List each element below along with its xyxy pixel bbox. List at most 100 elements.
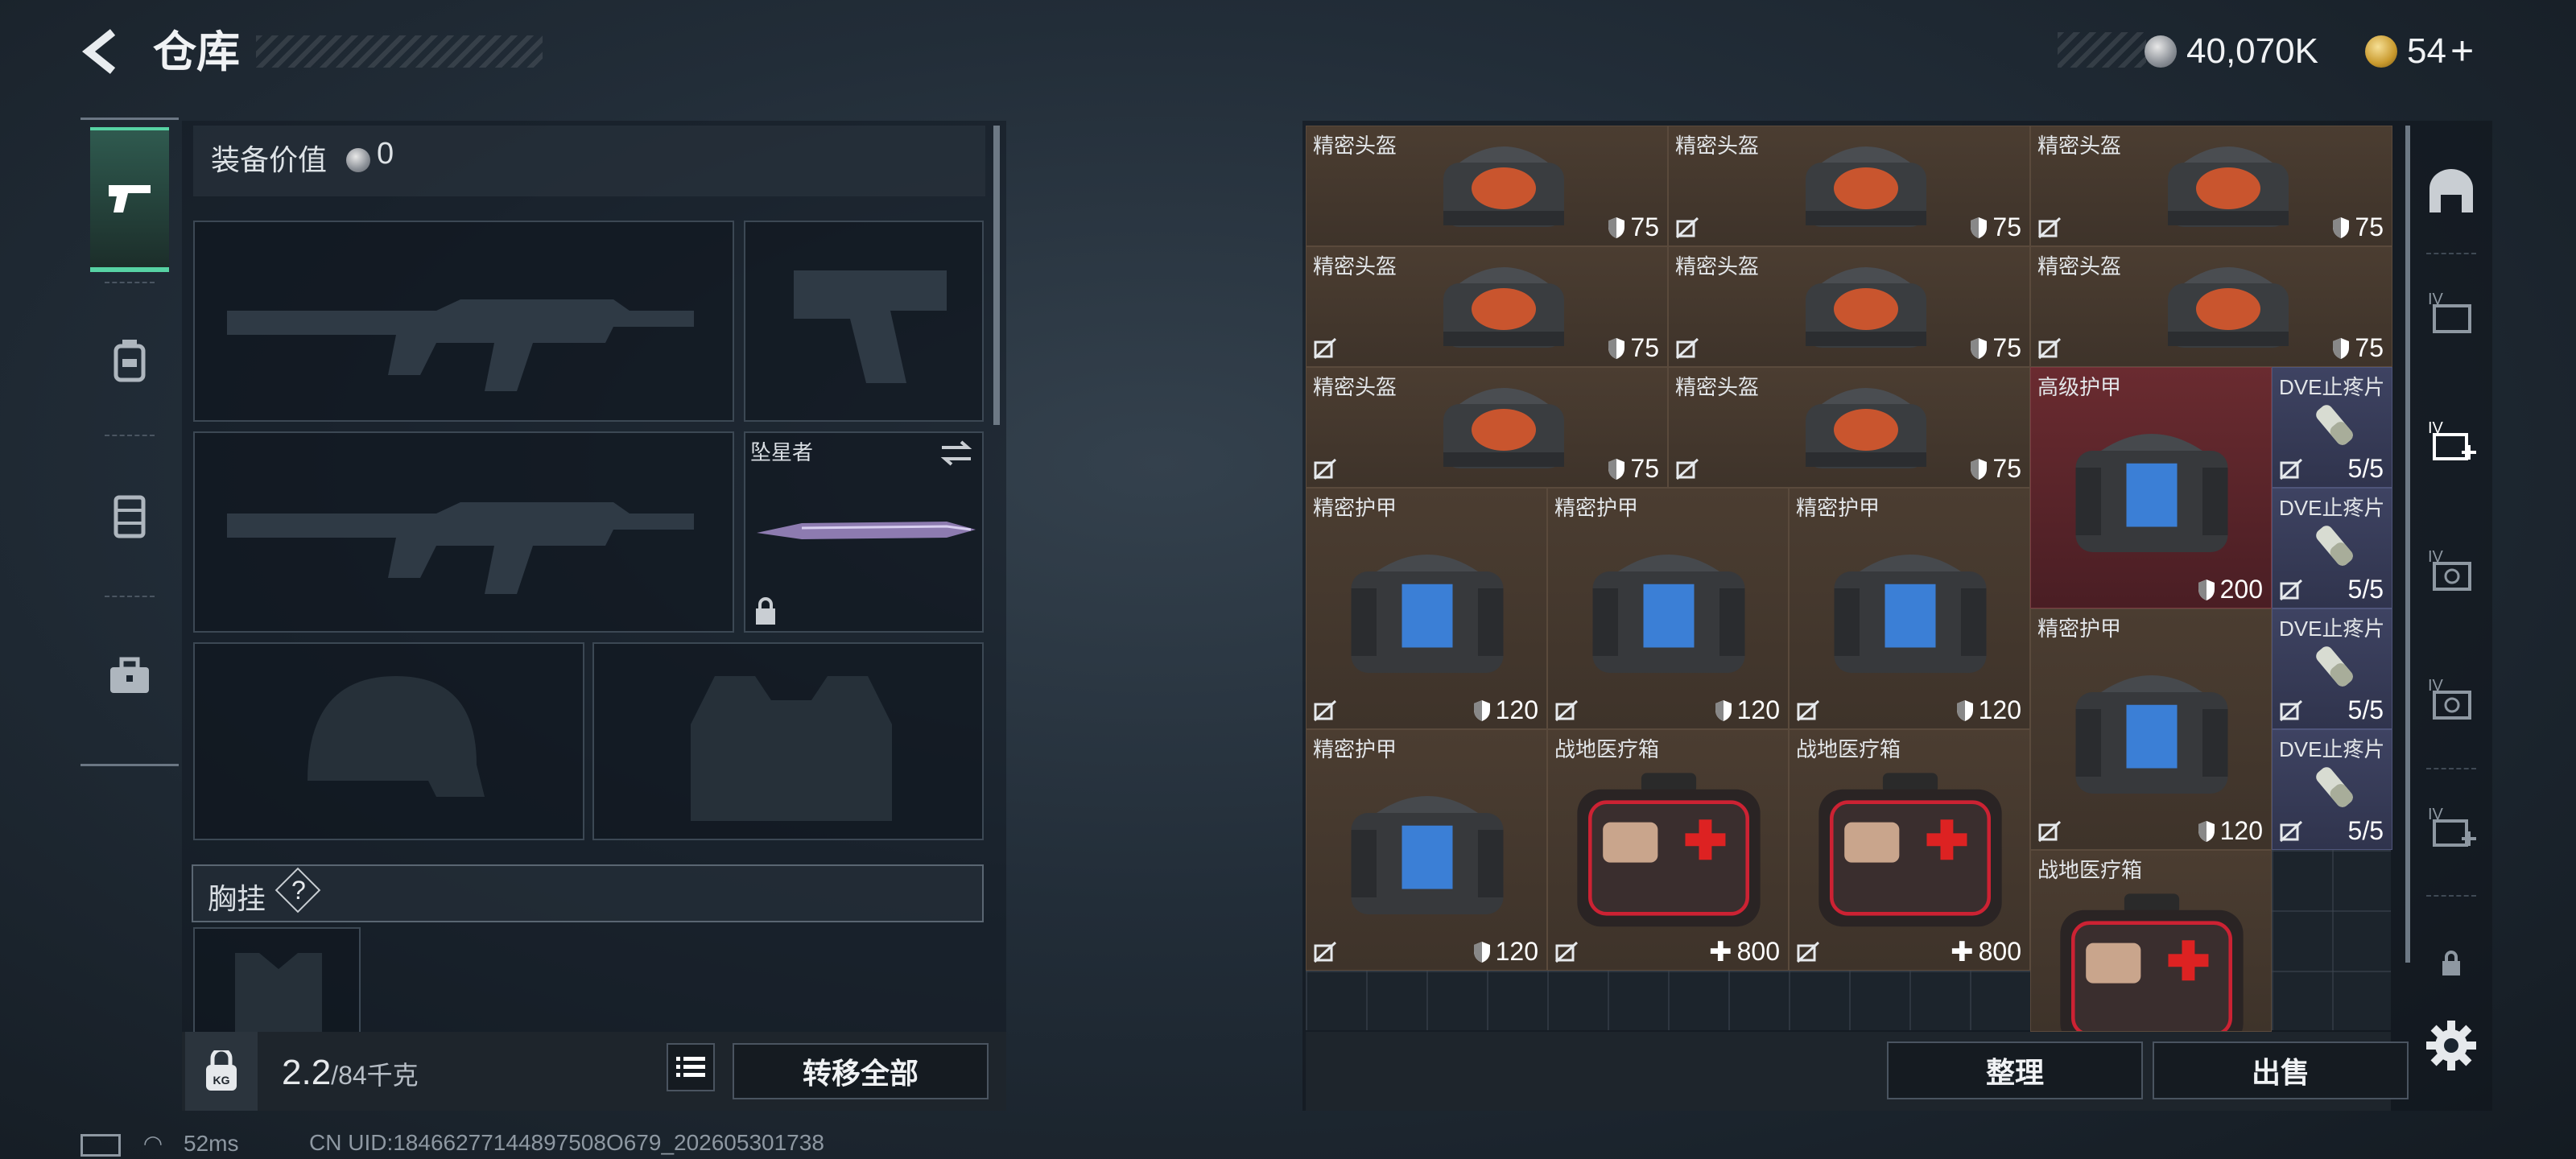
item-value: 200 xyxy=(2198,575,2263,604)
durability-shield-icon xyxy=(1971,337,1988,359)
tab-weapons[interactable] xyxy=(90,127,169,272)
status-bar: ◠ 52ms xyxy=(80,1130,238,1157)
stash-tier4-gear-icon[interactable]: IV xyxy=(2423,544,2479,600)
item-value: ✚ 800 xyxy=(1951,937,2021,967)
transfer-all-button[interactable]: 转移全部 xyxy=(733,1043,989,1099)
item-value-text: 75 xyxy=(2355,212,2384,241)
item-value-text: 5/5 xyxy=(2347,816,2384,845)
item-name: 精密头盔 xyxy=(1313,134,1397,158)
inventory-item[interactable]: 精密头盔 75 xyxy=(1306,246,1668,367)
back-arrow-icon[interactable] xyxy=(77,27,126,76)
sidearm-slot[interactable] xyxy=(744,221,984,422)
item-value: 5/5 xyxy=(2348,575,2384,604)
inventory-item[interactable]: 精密护甲 120 xyxy=(1547,488,1789,729)
rifle-silhouette-icon xyxy=(227,299,694,391)
stash-tier4-medical-2-icon[interactable]: IV xyxy=(2423,802,2479,858)
item-value: 75 xyxy=(1608,212,1659,242)
wifi-icon: ◠ xyxy=(142,1131,163,1156)
inventory-item[interactable]: 精密头盔 75 xyxy=(1306,126,1668,246)
backpack-icon xyxy=(114,495,146,538)
inventory-item[interactable]: 精密护甲 120 xyxy=(2030,608,2272,850)
inventory-item[interactable]: 战地医疗箱 ✚ 800 xyxy=(1547,729,1789,971)
item-value-text: 75 xyxy=(1630,333,1659,362)
page-title: 仓库 xyxy=(153,28,240,76)
item-name: 战地医疗箱 xyxy=(2037,858,2143,882)
item-value-text: 75 xyxy=(1630,212,1659,241)
rifle-silhouette-icon xyxy=(227,502,694,594)
list-view-button[interactable] xyxy=(667,1043,715,1091)
item-name: DVE止疼片 xyxy=(2279,737,2385,761)
sell-button[interactable]: 出售 xyxy=(2153,1041,2409,1099)
helmet-icon xyxy=(2168,146,2289,227)
settings-gear-icon[interactable] xyxy=(2425,1019,2478,1072)
durability-shield-icon xyxy=(1608,217,1625,238)
durability-shield-icon xyxy=(2333,337,2350,359)
inventory-item[interactable]: 精密头盔 75 xyxy=(1668,246,2030,367)
tab-backpack[interactable] xyxy=(90,443,169,588)
add-currency-button[interactable]: + xyxy=(2450,27,2474,74)
inventory-item[interactable]: 战地医疗箱 ✚ 800 xyxy=(1789,729,2030,971)
primary-weapon-slot-1[interactable] xyxy=(193,221,734,422)
durability-shield-icon xyxy=(2333,217,2350,238)
untradeable-icon xyxy=(1796,699,1820,722)
inventory-item[interactable]: 精密护甲 120 xyxy=(1789,488,2030,729)
helmet-icon xyxy=(2168,267,2289,348)
stash-home-icon[interactable] xyxy=(2423,164,2479,221)
untradeable-icon xyxy=(2037,217,2062,239)
inventory-item[interactable]: 精密护甲 120 xyxy=(1306,488,1547,729)
item-value: 5/5 xyxy=(2348,454,2384,484)
armor-slot[interactable] xyxy=(592,642,984,840)
inventory-item[interactable]: 精密护甲 120 xyxy=(1306,729,1547,971)
inventory-item[interactable]: 精密头盔 75 xyxy=(1668,126,2030,246)
item-value-text: 120 xyxy=(1736,695,1780,724)
helmet-slot[interactable] xyxy=(193,642,584,840)
item-name: 精密护甲 xyxy=(2037,617,2122,641)
inventory-item[interactable]: DVE止疼片 5/5 xyxy=(2272,608,2392,729)
item-value: 75 xyxy=(1970,454,2021,484)
tab-gear[interactable] xyxy=(90,288,169,433)
inventory-item[interactable]: DVE止疼片 5/5 xyxy=(2272,729,2392,850)
inventory-item[interactable]: DVE止疼片 5/5 xyxy=(2272,488,2392,608)
rail-divider xyxy=(2426,253,2476,254)
item-value-text: 800 xyxy=(1978,937,2021,966)
durability-shield-icon xyxy=(1473,699,1490,721)
durability-shield-icon xyxy=(1473,941,1490,963)
stash-tier4-medical-icon[interactable]: IV xyxy=(2423,415,2479,472)
item-value: 75 xyxy=(1970,333,2021,363)
helmet-icon xyxy=(1443,388,1564,468)
stash-scrollbar[interactable] xyxy=(2405,126,2410,963)
kettlebell-icon: KG xyxy=(206,1050,237,1091)
stash-tier4-box-icon[interactable]: IV xyxy=(2423,287,2479,343)
primary-weapon-slot-2[interactable] xyxy=(193,431,734,633)
item-value: 120 xyxy=(1473,695,1538,725)
stash-tier4-gear-2-icon[interactable]: IV xyxy=(2423,673,2479,729)
kg-text: KG xyxy=(213,1074,230,1087)
inventory-item[interactable]: 战地医疗箱 xyxy=(2030,850,2272,1032)
inventory-item[interactable]: 精密头盔 75 xyxy=(2030,126,2392,246)
item-name: 精密头盔 xyxy=(1313,375,1397,399)
inventory-item[interactable]: DVE止疼片 5/5 xyxy=(2272,367,2392,488)
melee-slot[interactable]: 坠星者 xyxy=(744,431,984,633)
armor-vest-icon xyxy=(1351,795,1504,914)
sort-button[interactable]: 整理 xyxy=(1887,1041,2143,1099)
item-value-text: 800 xyxy=(1736,937,1780,966)
equipment-scrollbar[interactable] xyxy=(993,126,1000,425)
chest-rig-slot[interactable] xyxy=(193,927,361,1037)
weight-current: 2.2 xyxy=(282,1053,332,1092)
item-name: 高级护甲 xyxy=(2037,375,2122,399)
inventory-item[interactable]: 精密头盔 75 xyxy=(2030,246,2392,367)
untradeable-icon xyxy=(2279,458,2303,481)
untradeable-icon xyxy=(2037,820,2062,843)
tab-case[interactable] xyxy=(90,604,169,749)
helmet-icon xyxy=(1806,388,1926,468)
swap-icon[interactable] xyxy=(939,439,974,467)
untradeable-icon xyxy=(1554,941,1579,963)
untradeable-icon xyxy=(1675,458,1699,481)
first-aid-kit-icon xyxy=(2060,893,2244,1031)
item-value: 120 xyxy=(1473,937,1538,967)
durability-shield-icon xyxy=(1608,458,1625,480)
inventory-item[interactable]: 高级护甲 200 xyxy=(2030,367,2272,608)
inventory-item[interactable]: 精密头盔 75 xyxy=(1306,367,1668,488)
inventory-item[interactable]: 精密头盔 75 xyxy=(1668,367,2030,488)
pistol-silhouette-icon xyxy=(794,270,947,383)
